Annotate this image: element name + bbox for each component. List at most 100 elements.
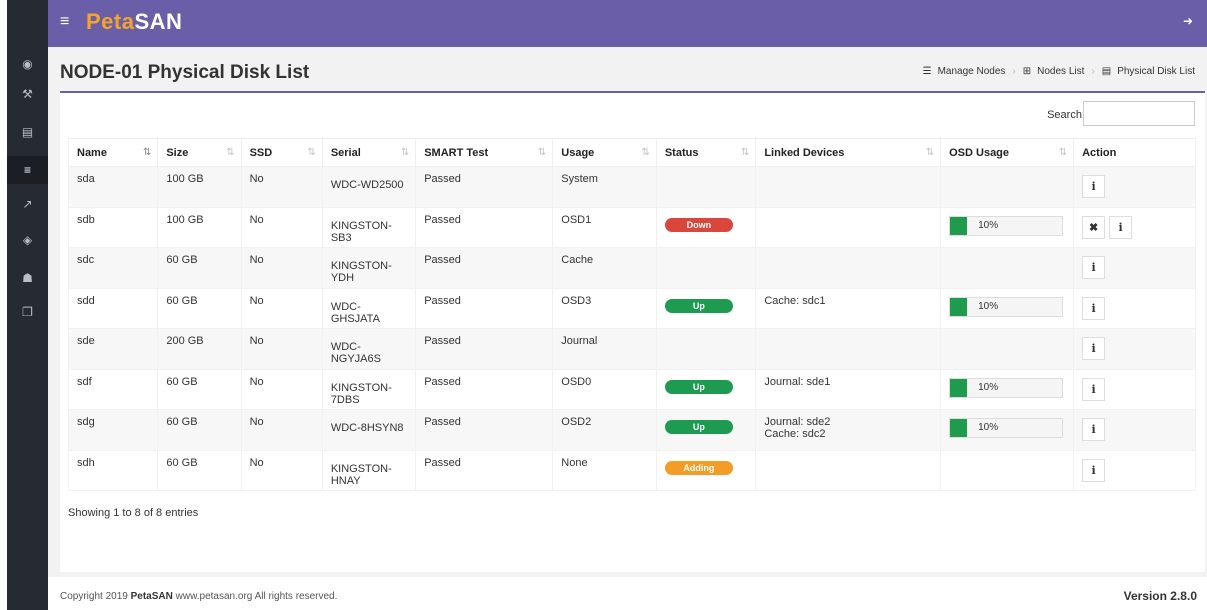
column-header-usage[interactable]: Usage ⇅ (552, 138, 657, 167)
dashboard-icon[interactable]: ◉ (7, 50, 48, 78)
info-button[interactable]: i (1082, 175, 1106, 198)
cell-serial: KINGSTON-YDH (321, 247, 417, 289)
cell-linked-devices: Journal: sde1 (755, 368, 942, 410)
cell-size: 60 GB (157, 409, 242, 451)
cell-name: sdb (67, 206, 159, 248)
sitemap-icon: ⊞ (1022, 66, 1032, 77)
osd-usage-text: 10% (978, 381, 999, 393)
list-icon[interactable]: ≡ (7, 156, 48, 184)
osd-usage-bar: 10% (949, 377, 1064, 398)
column-header-ssd[interactable]: SSD ⇅ (240, 138, 323, 167)
info-button[interactable]: i (1082, 337, 1106, 360)
info-button[interactable]: i (1082, 296, 1106, 320)
top-bar: ≡ PetaSAN ➜ (48, 0, 1207, 47)
column-header-label: SMART Test (424, 146, 489, 159)
cell-usage: OSD1 (552, 206, 657, 248)
info-button[interactable]: i (1082, 377, 1106, 401)
cell-size: 60 GB (157, 287, 242, 329)
status-badge: Down (664, 217, 733, 232)
sidebar: ◉ ⚒ ▤ ≡ ↗ ◈ ☗ ❐ (7, 0, 48, 610)
search-input[interactable] (1083, 101, 1195, 126)
copy-icon[interactable]: ❐ (7, 298, 48, 326)
cell-status: Up (655, 368, 757, 410)
cell-action: i (1073, 287, 1196, 329)
database-icon: ▤ (1101, 66, 1112, 77)
logo[interactable]: PetaSAN (86, 9, 182, 35)
sort-icon[interactable]: ⇅ (741, 147, 749, 158)
cell-name: sdf (67, 368, 159, 410)
column-header-serial[interactable]: Serial ⇅ (321, 138, 417, 167)
cell-smart: Passed (415, 206, 554, 248)
sort-icon[interactable]: ⇅ (226, 147, 234, 158)
column-header-name[interactable]: Name ⇅ (67, 138, 159, 167)
cell-action: ✖ i (1073, 206, 1196, 248)
cell-status: Up (655, 409, 757, 451)
chart-icon[interactable]: ↗ (7, 190, 48, 218)
breadcrumb-separator: › (1091, 66, 1095, 77)
cell-ssd: No (240, 368, 323, 410)
cell-linked-devices (755, 449, 942, 491)
cell-action: i (1073, 166, 1196, 208)
info-button[interactable]: i (1082, 256, 1106, 279)
storage-icon[interactable]: ▤ (7, 118, 48, 146)
cell-smart: Passed (415, 409, 554, 451)
cell-osd-usage (940, 166, 1075, 208)
sort-icon[interactable]: ⇅ (1059, 147, 1067, 158)
osd-usage-fill (950, 216, 967, 235)
sign-out-icon[interactable]: ➜ (1183, 14, 1193, 28)
sort-icon[interactable]: ⇅ (307, 147, 315, 158)
sort-icon[interactable]: ⇅ (641, 147, 649, 158)
column-header-action: Action (1073, 138, 1196, 167)
cell-serial: WDC-WD2500 (321, 166, 417, 208)
column-header-smart-test[interactable]: SMART Test ⇅ (415, 138, 554, 167)
cell-usage: OSD0 (552, 368, 657, 410)
bars-icon[interactable]: ≡ (60, 13, 69, 31)
column-header-osd-usage[interactable]: OSD Usage ⇅ (940, 138, 1075, 167)
info-button[interactable]: i (1082, 418, 1106, 441)
cell-ssd: No (240, 287, 323, 329)
column-header-status[interactable]: Status ⇅ (655, 138, 757, 167)
cell-action: i (1073, 247, 1196, 289)
sort-icon[interactable]: ⇅ (401, 147, 409, 158)
cube-icon[interactable]: ◈ (7, 226, 48, 254)
column-header-label: OSD Usage (949, 146, 1010, 159)
cell-status (655, 328, 757, 370)
cell-smart: Passed (415, 287, 554, 329)
column-header-linked-devices[interactable]: Linked Devices ⇅ (755, 138, 942, 167)
osd-usage-text: 10% (978, 422, 999, 433)
osd-usage-fill (950, 419, 967, 437)
breadcrumb-nodes-list[interactable]: Nodes List (1037, 66, 1084, 77)
cell-linked-devices: Cache: sdc1 (755, 287, 942, 329)
footer-brand: PetaSAN (130, 591, 173, 602)
cell-status (655, 247, 757, 289)
delete-button[interactable]: ✖ (1082, 215, 1106, 239)
column-header-size[interactable]: Size ⇅ (157, 138, 242, 167)
copyright: Copyright 2019 PetaSAN www.petasan.org A… (60, 591, 337, 602)
cell-ssd: No (240, 328, 323, 370)
search-label: Search: (1047, 109, 1085, 121)
copyright-prefix: Copyright 2019 (60, 591, 128, 602)
cell-usage: Cache (552, 247, 657, 289)
sort-icon[interactable]: ⇅ (926, 147, 934, 158)
cell-ssd: No (240, 409, 323, 451)
cell-status (655, 166, 757, 208)
cell-ssd: No (240, 166, 323, 208)
info-button[interactable]: i (1082, 458, 1106, 482)
sort-icon[interactable]: ⇅ (538, 147, 546, 158)
wrench-icon[interactable]: ⚒ (7, 80, 48, 108)
table-row: sdh 60 GB No KINGSTON-HNAY Passed None Adding i (67, 449, 1196, 491)
cell-name: sdd (67, 287, 159, 329)
cell-action: i (1073, 328, 1196, 370)
osd-usage-text: 10% (978, 219, 999, 231)
user-icon[interactable]: ☗ (7, 264, 48, 292)
info-button[interactable]: i (1109, 215, 1133, 239)
cell-osd-usage: 10% (940, 287, 1075, 329)
column-header-label: Serial (330, 146, 361, 159)
table-row: sda 100 GB No WDC-WD2500 Passed System i (67, 166, 1196, 208)
logo-part1: Peta (86, 9, 135, 34)
sort-icon[interactable]: ⇅ (143, 147, 151, 158)
cell-serial: WDC-GHSJATA (321, 287, 417, 329)
cell-size: 60 GB (157, 449, 242, 491)
breadcrumb-manage-nodes[interactable]: Manage Nodes (938, 66, 1006, 77)
cell-smart: Passed (415, 449, 554, 491)
